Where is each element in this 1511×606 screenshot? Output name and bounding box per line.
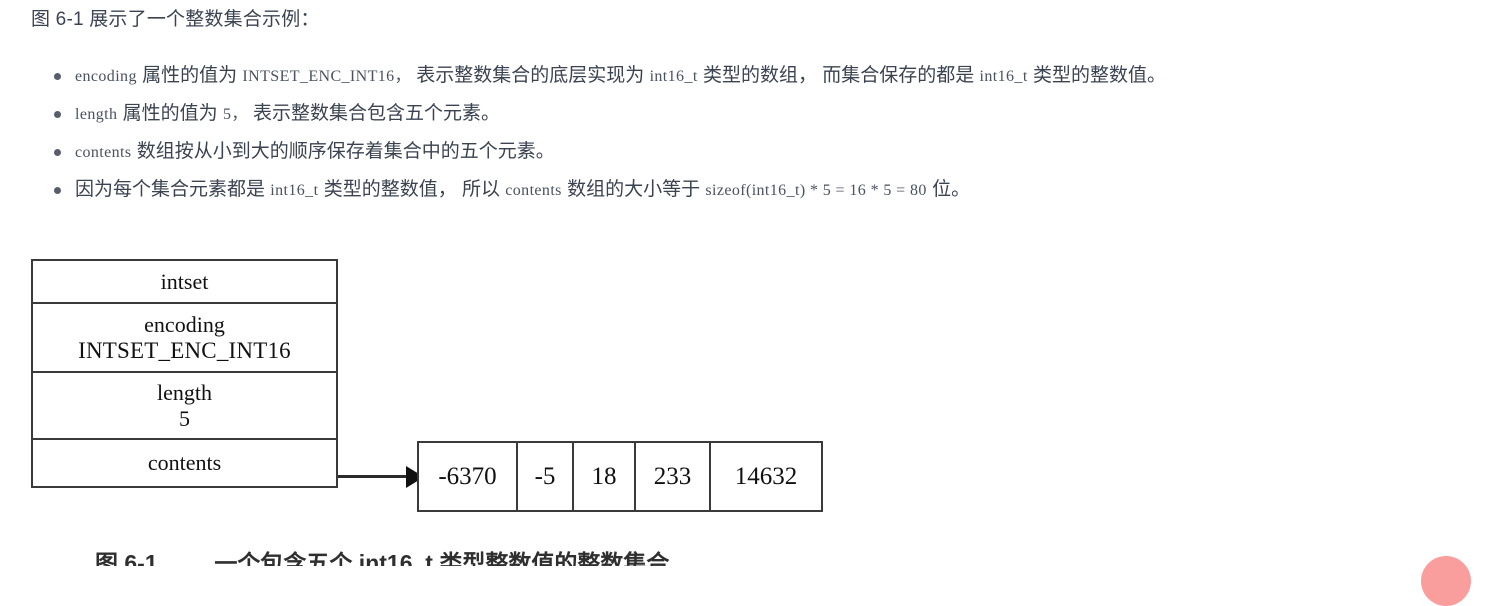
- inline-text: 表示整数集合包含五个元素。: [247, 103, 501, 124]
- bullet-dot-icon: [54, 111, 61, 118]
- list-item: length 属性的值为 5， 表示整数集合包含五个元素。: [0, 100, 1511, 127]
- page-intro-text: 图 6-1 展示了一个整数集合示例：: [31, 9, 320, 30]
- struct-row-title: intset: [33, 261, 336, 304]
- inline-text: 类型的整数值，: [318, 179, 457, 200]
- struct-encoding-label: encoding: [144, 311, 225, 337]
- inline-text: 数组按从小到大的顺序保存着集合中的五个元素。: [131, 141, 555, 162]
- figure-caption: 图 6-1 一个包含五个 int16_t 类型整数值的整数集合: [95, 548, 669, 566]
- contents-array: -6370 -5 18 233 14632: [417, 441, 823, 512]
- inline-code: ，: [231, 106, 248, 123]
- inline-text: 而集合保存的都是: [816, 65, 980, 86]
- struct-length-label: length: [157, 379, 212, 405]
- inline-code: sizeof(int16_t) * 5 = 16 * 5 = 80: [705, 182, 927, 199]
- figure-caption-label: 图 6-1: [95, 550, 158, 566]
- inline-text: 位。: [926, 179, 971, 200]
- inline-code: length: [75, 106, 118, 123]
- array-cell: 233: [636, 443, 711, 510]
- bullet-dot-icon: [54, 149, 61, 156]
- intset-struct-box: intset encoding INTSET_ENC_INT16 length …: [31, 259, 338, 488]
- list-item-text: contents 数组按从小到大的顺序保存着集合中的五个元素。: [75, 141, 555, 162]
- inline-text: 属性的值为: [136, 65, 243, 86]
- inline-code: contents: [505, 182, 562, 199]
- bullet-dot-icon: [54, 187, 61, 194]
- list-item-text: length 属性的值为 5， 表示整数集合包含五个元素。: [75, 103, 500, 124]
- struct-encoding-value: INTSET_ENC_INT16: [78, 337, 291, 363]
- list-item: encoding 属性的值为 INTSET_ENC_INT16， 表示整数集合的…: [0, 62, 1511, 89]
- struct-contents-label: contents: [147, 450, 222, 475]
- inline-code: int16_t: [979, 68, 1028, 85]
- array-cell: 18: [574, 443, 636, 510]
- inline-text: 表示整数集合的底层实现为: [411, 65, 650, 86]
- struct-length-value: 5: [179, 405, 190, 431]
- inline-code: encoding: [75, 68, 137, 85]
- pointer-arrow-line: [338, 475, 412, 478]
- inline-code: ，: [394, 68, 411, 85]
- inline-text: 类型的数组，: [697, 65, 817, 86]
- inline-code: contents: [75, 144, 132, 161]
- list-item-text: encoding 属性的值为 INTSET_ENC_INT16， 表示整数集合的…: [75, 65, 1166, 86]
- struct-row-length: length 5: [33, 373, 336, 440]
- inline-text: 类型的整数值。: [1027, 65, 1166, 86]
- inline-text: 属性的值为: [117, 103, 223, 124]
- array-cell: -6370: [419, 443, 518, 510]
- inline-code: int16_t: [270, 182, 319, 199]
- inline-text: 数组的大小等于: [561, 179, 706, 200]
- inline-text: 因为每个集合元素都是: [75, 179, 271, 200]
- pointer-arrow-head-icon: [406, 466, 424, 488]
- bullet-list: encoding 属性的值为 INTSET_ENC_INT16， 表示整数集合的…: [0, 62, 1511, 214]
- list-item-text: 因为每个集合元素都是 int16_t 类型的整数值， 所以 contents 数…: [75, 179, 970, 200]
- inline-code: int16_t: [649, 68, 698, 85]
- inline-text: 所以: [456, 179, 506, 200]
- struct-title-label: intset: [160, 268, 209, 294]
- array-cell: 14632: [734, 462, 798, 490]
- bullet-dot-icon: [54, 73, 61, 80]
- list-item: 因为每个集合元素都是 int16_t 类型的整数值， 所以 contents 数…: [0, 176, 1511, 203]
- figure-caption-text: 一个包含五个 int16_t 类型整数值的整数集合: [214, 550, 670, 566]
- array-cell: -5: [518, 443, 574, 510]
- list-item: contents 数组按从小到大的顺序保存着集合中的五个元素。: [0, 138, 1511, 165]
- struct-row-contents: contents: [33, 440, 336, 486]
- inline-code: INTSET_ENC_INT16: [242, 68, 395, 85]
- floating-action-button[interactable]: [1421, 556, 1471, 606]
- struct-row-encoding: encoding INTSET_ENC_INT16: [33, 304, 336, 373]
